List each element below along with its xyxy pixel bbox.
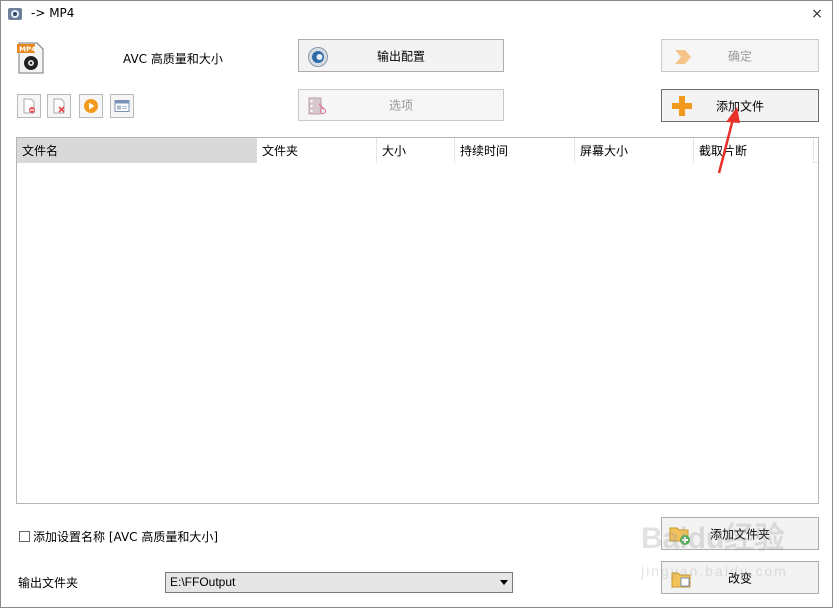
add-file-label: 添加文件 bbox=[715, 99, 764, 113]
app-icon bbox=[8, 8, 22, 20]
mp4-file-icon: MP4 bbox=[17, 42, 44, 74]
profile-label: AVC 高质量和大小 bbox=[123, 52, 223, 66]
output-folder-value: E:\FFOutput bbox=[170, 575, 236, 589]
baidu-watermark: Baidu经验 jingyan.baidu.com bbox=[641, 511, 831, 601]
column-filename[interactable]: 文件名 bbox=[17, 138, 257, 163]
column-clip[interactable]: 截取片断 bbox=[694, 138, 814, 163]
close-button[interactable]: × bbox=[802, 1, 832, 27]
options-label: 选项 bbox=[388, 98, 413, 113]
options-button[interactable]: 选项 bbox=[298, 89, 504, 121]
play-button[interactable] bbox=[79, 94, 103, 118]
add-profile-name-option[interactable]: 添加设置名称 [AVC 高质量和大小] bbox=[19, 528, 218, 545]
column-size[interactable]: 大小 bbox=[377, 138, 455, 163]
clear-list-icon bbox=[53, 98, 65, 114]
add-profile-name-label: 添加设置名称 [AVC 高质量和大小] bbox=[33, 530, 219, 544]
svg-text:MP4: MP4 bbox=[19, 46, 36, 54]
add-file-button[interactable]: 添加文件 bbox=[661, 89, 819, 122]
output-folder-select[interactable]: E:\FFOutput bbox=[165, 572, 513, 593]
column-screen-size[interactable]: 屏幕大小 bbox=[575, 138, 694, 163]
column-folder[interactable]: 文件夹 bbox=[257, 138, 377, 163]
info-window-icon bbox=[114, 100, 130, 112]
chevron-down-icon bbox=[500, 580, 508, 585]
ok-button[interactable]: 确定 bbox=[661, 39, 819, 72]
add-profile-name-checkbox[interactable] bbox=[19, 531, 30, 542]
output-folder-label: 输出文件夹 bbox=[18, 576, 79, 590]
watermark-logo-text: Baidu经验 bbox=[641, 522, 785, 555]
column-duration[interactable]: 持续时间 bbox=[455, 138, 575, 163]
media-info-button[interactable] bbox=[110, 94, 134, 118]
output-config-button[interactable]: 输出配置 bbox=[298, 39, 504, 72]
app-window: -> MP4 × MP4 AVC 高质量和大小 输出配置 确定 选项 添加文件 … bbox=[0, 0, 833, 608]
file-list[interactable]: 文件名 文件夹 大小 持续时间 屏幕大小 截取片断 bbox=[16, 137, 819, 504]
clear-button[interactable] bbox=[47, 94, 71, 118]
ok-label: 确定 bbox=[727, 49, 752, 63]
window-title: -> MP4 bbox=[31, 6, 75, 20]
remove-button[interactable] bbox=[17, 94, 41, 118]
play-icon bbox=[84, 99, 98, 113]
title-bar: -> MP4 × bbox=[1, 1, 832, 27]
watermark-url: jingyan.baidu.com bbox=[641, 563, 788, 579]
remove-file-icon bbox=[23, 98, 35, 114]
list-header: 文件名 文件夹 大小 持续时间 屏幕大小 截取片断 bbox=[17, 138, 818, 163]
output-config-label: 输出配置 bbox=[376, 49, 425, 63]
